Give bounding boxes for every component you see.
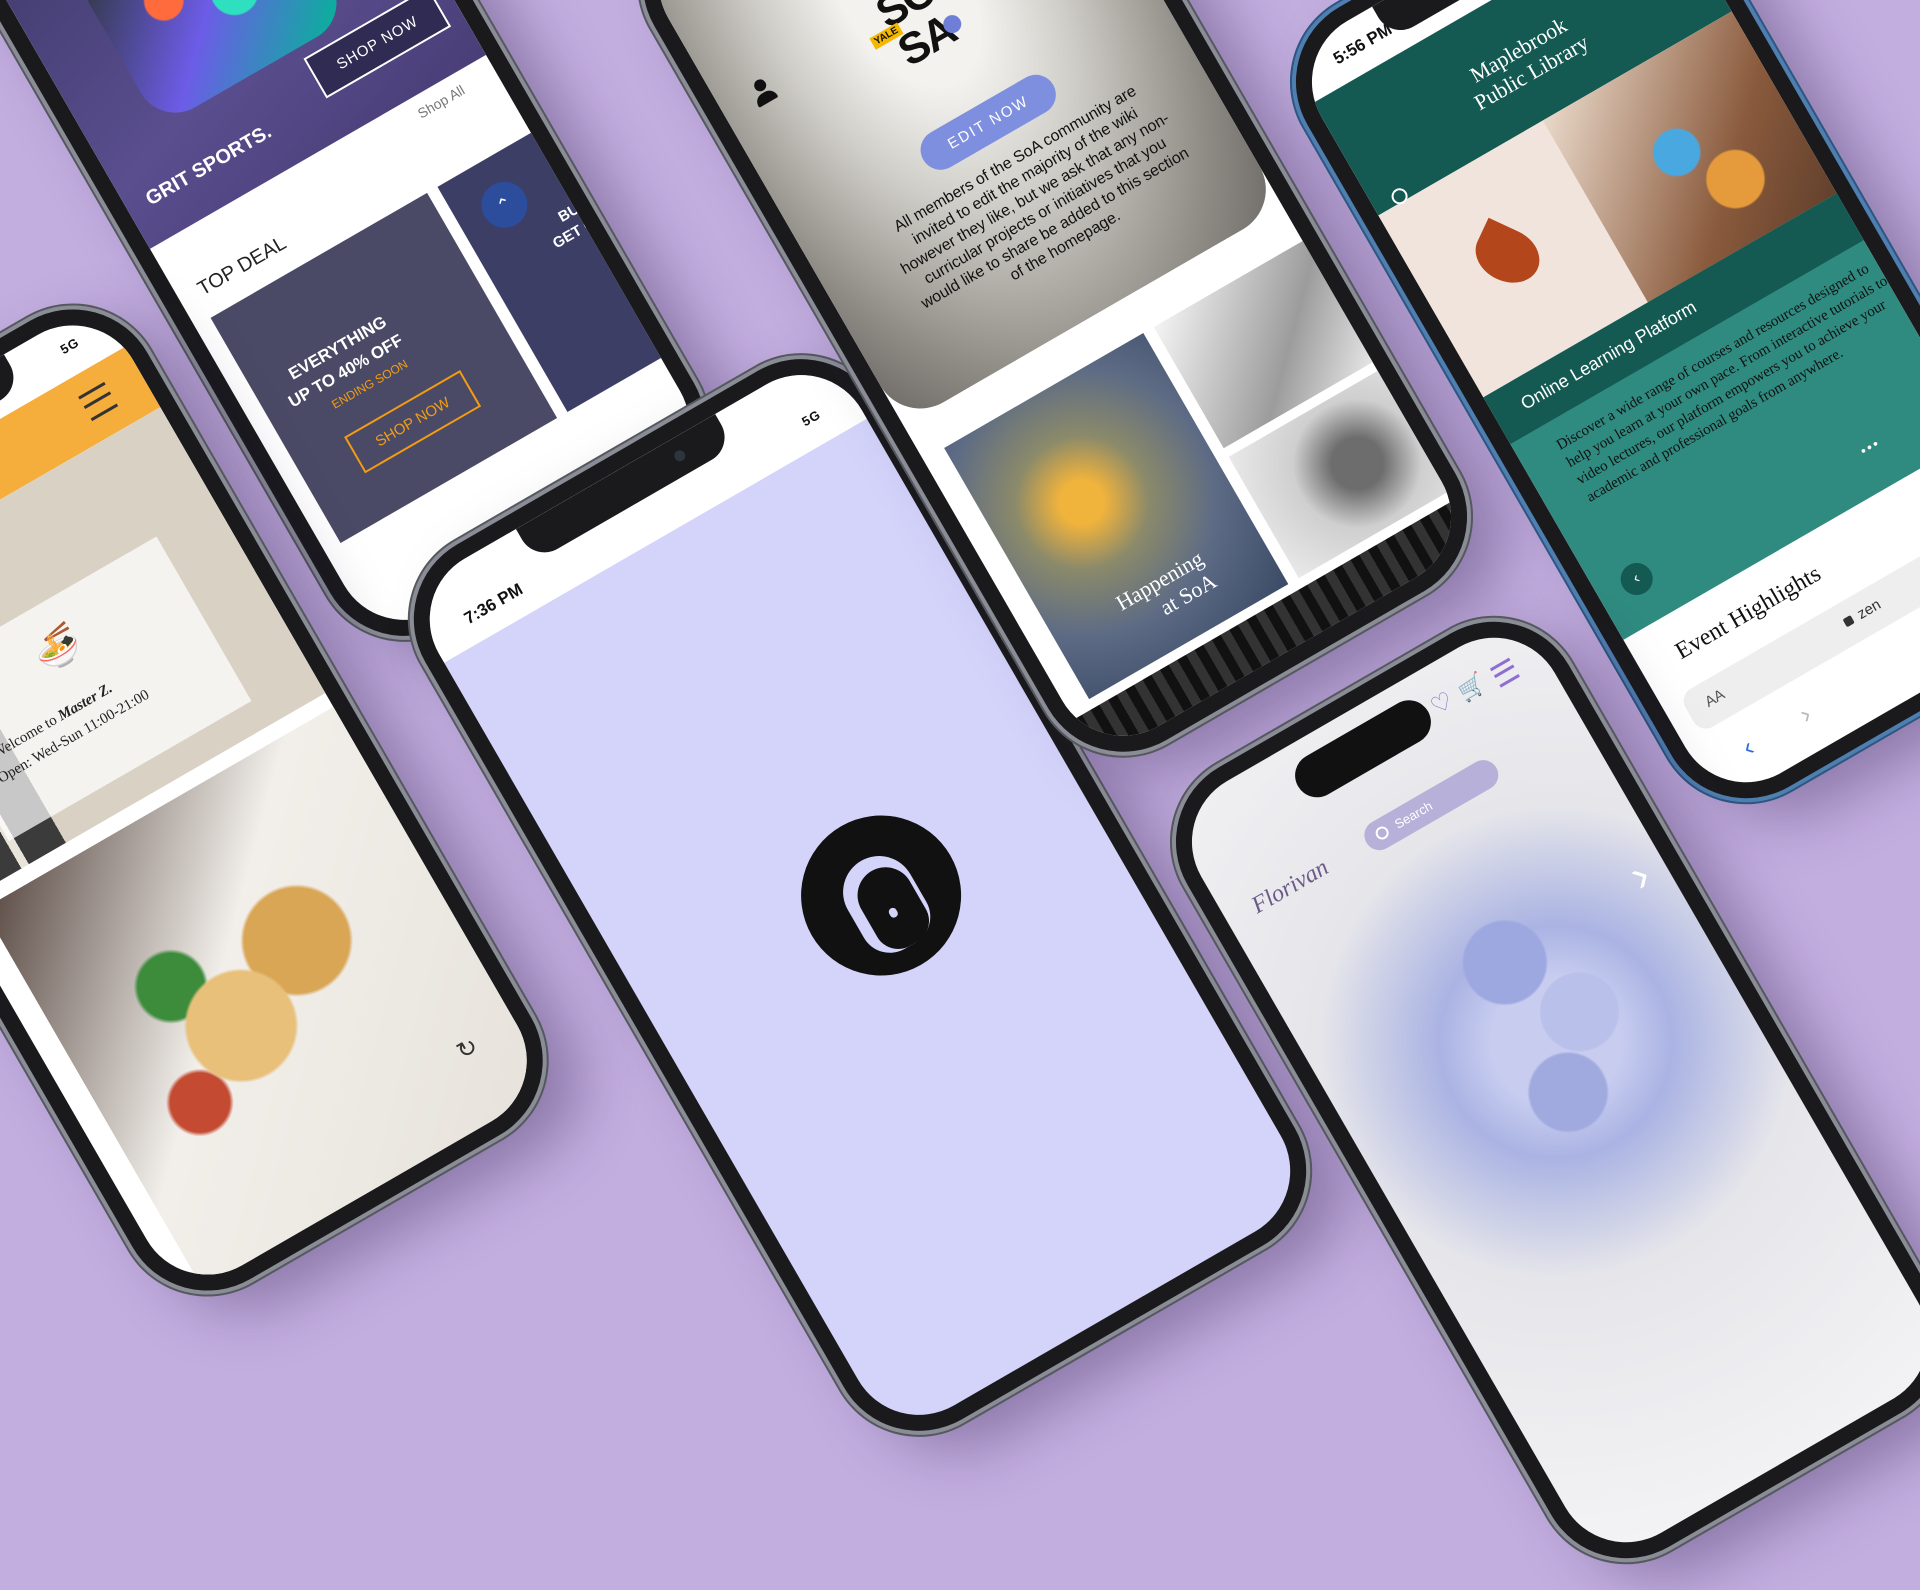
soa-logo: SO SA YALE <box>859 0 1009 96</box>
leaf-logo-icon <box>1466 217 1549 293</box>
back-arrow-icon[interactable]: ‹ <box>1737 732 1760 763</box>
signal-indicator: 5G <box>57 334 82 358</box>
carousel-dots[interactable]: ••• <box>1857 434 1883 458</box>
cart-icon[interactable]: 🛒 <box>1454 670 1490 705</box>
signal-indicator: 5G <box>799 406 824 430</box>
search-placeholder: Search <box>1391 798 1436 832</box>
search-pill[interactable]: Search <box>1358 754 1504 856</box>
lock-icon <box>1842 615 1855 628</box>
chevron-up-icon[interactable]: ⌃ <box>472 173 536 237</box>
promo-line-1: BUY <box>555 195 592 226</box>
hamburger-menu-icon[interactable] <box>78 381 119 422</box>
reader-aa-button[interactable]: AA <box>1702 686 1728 711</box>
florist-brand: Florivan <box>1247 854 1334 919</box>
url-text: zen <box>1854 595 1884 623</box>
brand-title: GRIT SPORTS. <box>142 120 276 211</box>
dynamic-island <box>1287 692 1439 806</box>
noodle-bowl-icon: 🍜 <box>26 619 89 680</box>
forward-arrow-icon[interactable]: › <box>1794 699 1817 730</box>
app-logo-icon <box>771 786 991 1005</box>
carousel-prev-button[interactable]: ‹ <box>1614 557 1659 601</box>
search-icon <box>1373 824 1392 842</box>
user-icon[interactable] <box>747 74 781 109</box>
hamburger-menu-icon[interactable] <box>1489 657 1520 688</box>
status-time: 7:36 PM <box>460 579 526 629</box>
flower-image <box>1387 819 1721 1197</box>
chevron-right-icon[interactable]: › <box>1619 847 1659 901</box>
